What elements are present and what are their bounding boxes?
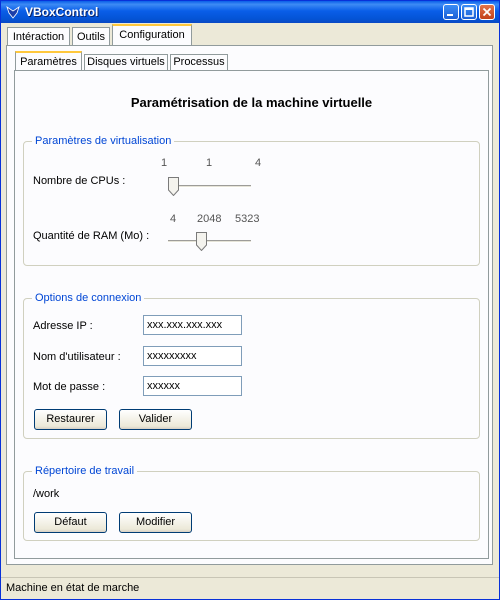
close-icon xyxy=(482,7,492,17)
minimize-icon xyxy=(447,14,453,16)
virtualisation-legend: Paramètres de virtualisation xyxy=(32,135,175,147)
maximize-button[interactable] xyxy=(461,4,477,20)
title-bar[interactable]: VBoxControl xyxy=(1,1,499,23)
virtualisation-group: Paramètres de virtualisation Nombre de C… xyxy=(23,135,480,266)
close-button[interactable] xyxy=(479,4,495,20)
ram-min-value: 4 xyxy=(170,213,177,225)
workdir-path: /work xyxy=(33,488,60,500)
page-title: Paramétrisation de la machine virtuelle xyxy=(130,95,373,110)
username-label: Nom d'utilisateur : xyxy=(33,351,121,363)
ram-label: Quantité de RAM (Mo) : xyxy=(33,230,150,242)
cpu-slider-track[interactable] xyxy=(168,185,251,188)
ip-input[interactable] xyxy=(143,315,242,335)
cpu-slider-thumb[interactable] xyxy=(168,177,179,196)
modify-button[interactable]: Modifier xyxy=(119,512,192,533)
tab-outils[interactable]: Outils xyxy=(72,27,110,46)
parametres-panel: Paramétrisation de la machine virtuelle … xyxy=(14,70,489,559)
workdir-legend: Répertoire de travail xyxy=(32,465,138,477)
restore-button[interactable]: Restaurer xyxy=(34,409,107,430)
password-input[interactable] xyxy=(143,376,242,396)
connexion-group: Options de connexion Adresse IP : Nom d'… xyxy=(23,292,480,439)
ram-slider-track[interactable] xyxy=(168,240,251,243)
ip-label: Adresse IP : xyxy=(33,320,93,332)
tab-disques-virtuels[interactable]: Disques virtuels xyxy=(84,54,168,71)
ram-current-value: 2048 xyxy=(197,213,222,225)
minimize-button[interactable] xyxy=(443,4,459,20)
app-icon xyxy=(6,6,20,19)
tab-configuration[interactable]: Configuration xyxy=(112,24,192,46)
maximize-icon xyxy=(464,7,474,17)
tab-processus[interactable]: Processus xyxy=(170,54,228,71)
ram-slider-thumb[interactable] xyxy=(196,232,207,251)
status-text: Machine en état de marche xyxy=(6,582,140,594)
window-title: VBoxControl xyxy=(25,5,99,19)
workdir-group: Répertoire de travail /work Défaut Modif… xyxy=(23,465,480,541)
tab-parametres[interactable]: Paramètres xyxy=(15,51,82,71)
username-input[interactable] xyxy=(143,346,242,366)
validate-button[interactable]: Valider xyxy=(119,409,192,430)
connexion-legend: Options de connexion xyxy=(32,292,145,304)
status-bar: Machine en état de marche xyxy=(1,577,499,599)
password-label: Mot de passe : xyxy=(33,381,106,393)
cpu-current-value: 1 xyxy=(206,157,213,169)
cpu-min-value: 1 xyxy=(161,157,168,169)
cpu-max-value: 4 xyxy=(255,157,262,169)
default-button[interactable]: Défaut xyxy=(34,512,107,533)
app-window: VBoxControl Intéraction Outils Configura… xyxy=(0,0,500,600)
tab-interaction[interactable]: Intéraction xyxy=(7,27,70,46)
cpu-label: Nombre de CPUs : xyxy=(33,175,126,187)
ram-max-value: 5323 xyxy=(235,213,260,225)
